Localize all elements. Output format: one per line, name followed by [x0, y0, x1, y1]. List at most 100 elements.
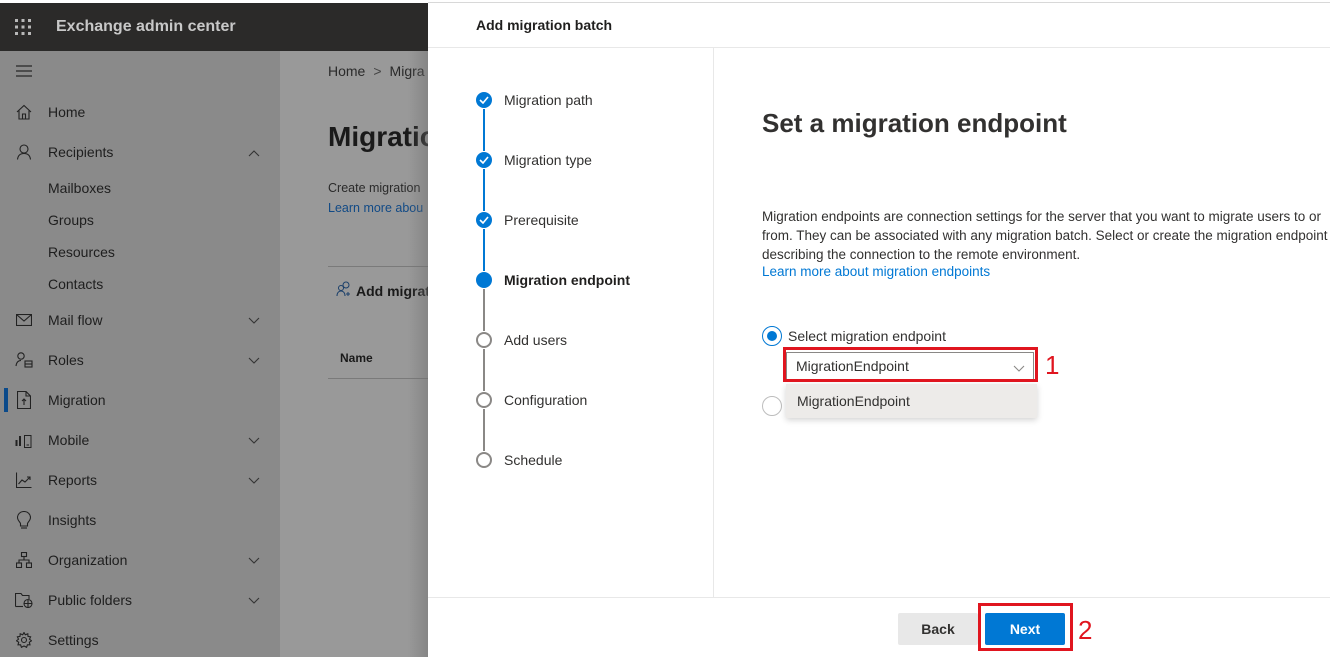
step-configuration: Configuration — [476, 390, 587, 410]
sidebar-item-migration[interactable]: Migration — [0, 380, 280, 420]
column-header-name[interactable]: Name — [340, 351, 373, 365]
step-label: Add users — [504, 332, 568, 348]
public-folder-icon — [0, 592, 48, 608]
step-label: Migration endpoint — [504, 272, 630, 288]
sidebar-subitem-groups[interactable]: Groups — [48, 204, 94, 236]
sidebar-item-label: Insights — [48, 512, 97, 528]
checkmark-icon — [476, 152, 492, 168]
panel-title: Add migration batch — [476, 17, 613, 33]
person-icon — [0, 144, 48, 160]
step-label: Configuration — [504, 392, 588, 408]
sidebar-subitem-resources[interactable]: Resources — [48, 236, 115, 268]
sidebar-item-label: Roles — [48, 352, 84, 368]
app-title: Exchange admin center — [56, 18, 236, 35]
sidebar-subitem-contacts[interactable]: Contacts — [48, 268, 103, 300]
add-migration-batch-panel: Add migration batch Migration path Migra… — [428, 0, 1330, 657]
step-connector — [483, 289, 485, 331]
hamburger-icon[interactable] — [0, 51, 280, 91]
mobile-icon — [0, 432, 48, 448]
chevron-down-icon[interactable] — [248, 592, 260, 608]
chevron-down-icon[interactable] — [248, 552, 260, 568]
annotation-label-2: 2 — [1078, 615, 1093, 645]
step-label: Prerequisite — [504, 212, 579, 228]
pending-step-icon — [476, 332, 492, 348]
chevron-up-icon[interactable] — [248, 144, 260, 160]
sidebar-item-label: Mobile — [48, 432, 90, 448]
step-label: Migration type — [504, 152, 592, 168]
sidebar-item-organization[interactable]: Organization — [0, 540, 280, 580]
step-connector — [483, 169, 485, 211]
roles-icon — [0, 352, 48, 368]
back-button[interactable]: Back — [898, 613, 978, 645]
migration-icon — [0, 391, 48, 409]
annotation-box-1 — [783, 347, 1038, 382]
chevron-down-icon[interactable] — [248, 432, 260, 448]
home-icon — [0, 104, 48, 120]
chart-icon — [0, 472, 48, 488]
sidebar-item-label: Settings — [48, 632, 99, 648]
divider — [428, 47, 1330, 48]
step-connector — [483, 349, 485, 391]
app-launcher-icon[interactable] — [0, 18, 46, 36]
divider — [428, 597, 1330, 598]
annotation-label-1: 1 — [1045, 350, 1060, 380]
annotation-box-2 — [978, 603, 1073, 651]
sidebar-item-roles[interactable]: Roles — [0, 340, 280, 380]
divider — [713, 48, 714, 598]
org-icon — [0, 552, 48, 568]
create-endpoint-radio-option[interactable] — [762, 396, 788, 416]
page-description: Create migration — [328, 181, 421, 195]
chevron-down-icon[interactable] — [248, 472, 260, 488]
step-migration-endpoint: Migration endpoint — [476, 270, 630, 290]
section-title: Set a migration endpoint — [762, 108, 1067, 138]
gear-icon — [0, 632, 48, 648]
checkmark-icon — [476, 92, 492, 108]
sidebar-item-mobile[interactable]: Mobile — [0, 420, 280, 460]
sidebar-item-reports[interactable]: Reports — [0, 460, 280, 500]
sidebar: Home Recipients Mailboxes Groups Resourc… — [0, 51, 280, 657]
sidebar-item-label: Home — [48, 104, 86, 120]
sidebar-item-label: Organization — [48, 552, 128, 568]
add-people-icon — [336, 281, 352, 300]
pending-step-icon — [476, 392, 492, 408]
step-migration-type: Migration type — [476, 150, 592, 170]
radio-select-endpoint[interactable] — [762, 326, 782, 346]
checkmark-icon — [476, 212, 492, 228]
step-label: Migration path — [504, 92, 593, 108]
step-label: Schedule — [504, 452, 563, 468]
sidebar-item-settings[interactable]: Settings — [0, 620, 280, 657]
panel-shadow — [408, 51, 430, 657]
lightbulb-icon — [0, 511, 48, 529]
sidebar-item-label: Mail flow — [48, 312, 103, 328]
breadcrumb-separator: > — [373, 63, 382, 79]
step-schedule: Schedule — [476, 450, 562, 470]
hamburger-icon[interactable] — [0, 65, 48, 77]
step-connector — [483, 229, 485, 271]
sidebar-item-insights[interactable]: Insights — [0, 500, 280, 540]
radio-label: Select migration endpoint — [788, 328, 946, 344]
mail-icon — [0, 314, 48, 326]
learn-more-endpoints-link[interactable]: Learn more about migration endpoints — [762, 264, 990, 279]
sidebar-item-public-folders[interactable]: Public folders — [0, 580, 280, 620]
sidebar-item-label: Recipients — [48, 144, 114, 160]
section-description: Migration endpoints are connection setti… — [762, 209, 1328, 262]
radio-create-endpoint[interactable] — [762, 396, 782, 416]
sidebar-item-label: Reports — [48, 472, 98, 488]
step-connector — [483, 109, 485, 151]
step-migration-path: Migration path — [476, 90, 593, 110]
pending-step-icon — [476, 452, 492, 468]
sidebar-item-home[interactable]: Home — [0, 92, 280, 132]
dropdown-option[interactable]: MigrationEndpoint — [786, 384, 1037, 418]
sidebar-item-label: Migration — [48, 392, 106, 408]
step-add-users: Add users — [476, 330, 567, 350]
sidebar-item-recipients[interactable]: Recipients — [0, 132, 280, 172]
chevron-down-icon[interactable] — [248, 312, 260, 328]
select-endpoint-radio-option[interactable]: Select migration endpoint — [762, 326, 946, 346]
current-step-icon — [476, 272, 492, 288]
sidebar-item-mail-flow[interactable]: Mail flow — [0, 300, 280, 340]
sidebar-subitem-mailboxes[interactable]: Mailboxes — [48, 172, 111, 204]
breadcrumb-home[interactable]: Home — [328, 63, 365, 79]
divider — [428, 2, 1330, 3]
chevron-down-icon[interactable] — [248, 352, 260, 368]
sidebar-item-label: Public folders — [48, 592, 133, 608]
